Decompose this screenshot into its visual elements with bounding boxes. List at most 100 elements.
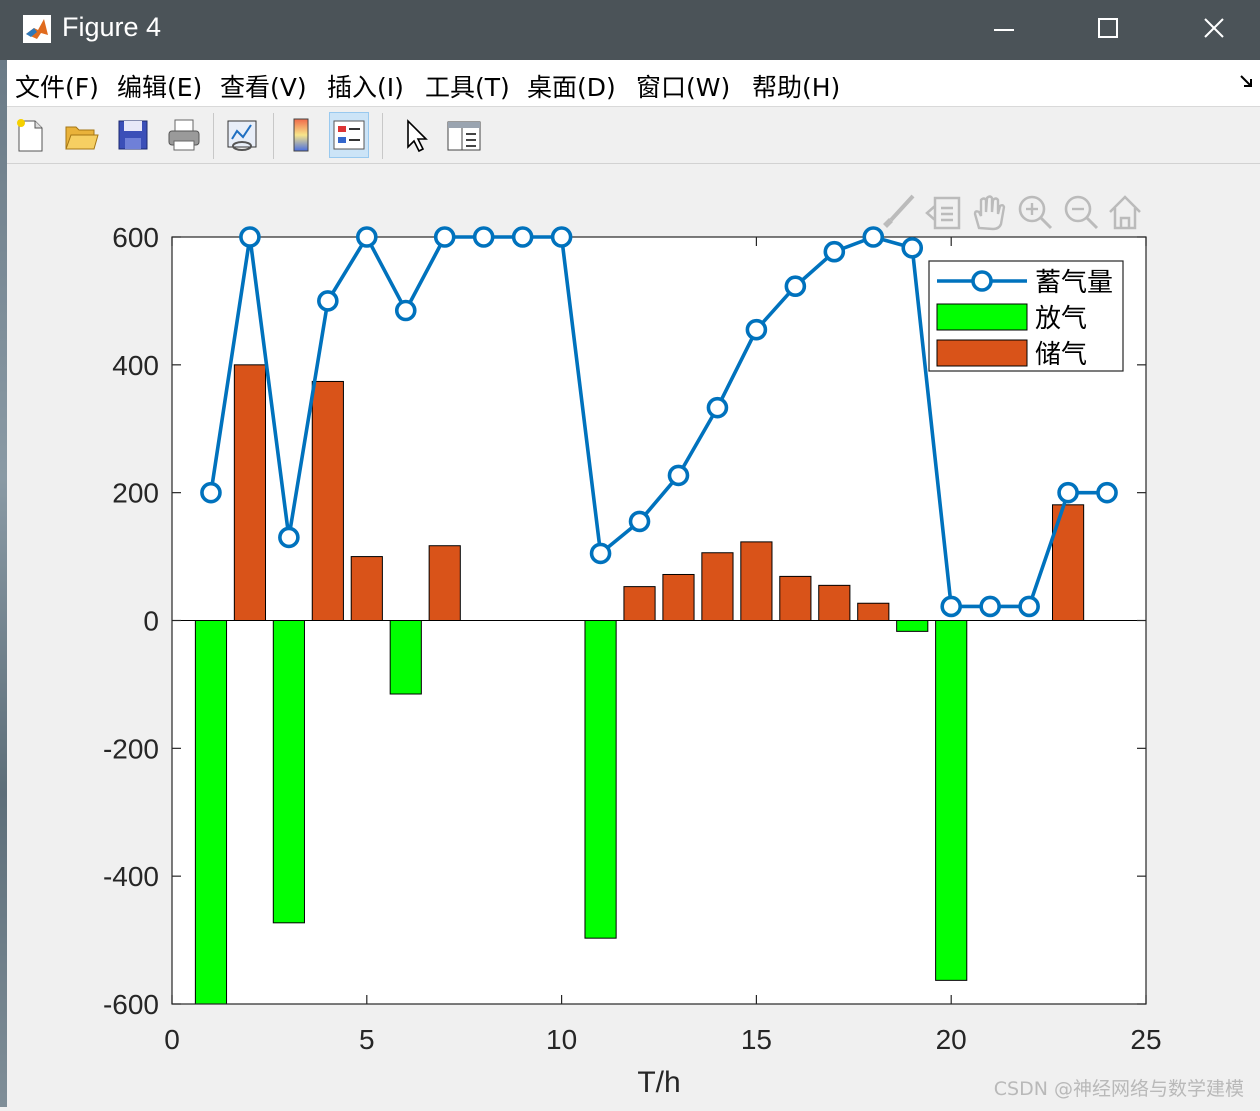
line-marker	[355, 226, 378, 248]
line-marker	[823, 240, 846, 263]
legend-icon	[333, 120, 365, 150]
line-marker	[433, 226, 456, 248]
window-title: Figure 4	[62, 12, 162, 42]
line-marker	[200, 481, 222, 504]
y-tick-label: -200	[103, 733, 159, 764]
menu-view[interactable]: 查看(V)	[220, 68, 307, 104]
zoom-out-icon[interactable]	[1064, 195, 1099, 230]
figure-toolbar	[7, 107, 1260, 164]
axes-toolbar	[883, 194, 1141, 231]
x-tick-label: 10	[546, 1024, 577, 1055]
home-icon[interactable]	[1109, 195, 1141, 230]
y-tick-label: 400	[112, 350, 159, 381]
line-marker	[589, 542, 612, 565]
new-figure-icon[interactable]	[11, 113, 49, 157]
line-marker	[394, 299, 417, 322]
x-tick-label: 25	[1130, 1024, 1161, 1055]
colorbar-icon[interactable]	[283, 113, 321, 157]
line-marker	[472, 226, 495, 248]
maximize-button[interactable]	[1073, 0, 1143, 60]
y-tick-label: -400	[103, 861, 159, 892]
open-file-icon[interactable]	[62, 113, 100, 157]
dock-arrow-icon[interactable]	[1238, 70, 1256, 92]
link-plot-icon[interactable]	[223, 113, 261, 157]
bar	[701, 552, 734, 621]
bar	[272, 620, 305, 924]
menu-tools[interactable]: 工具(T)	[425, 68, 510, 104]
x-tick-label: 0	[164, 1024, 180, 1055]
maximize-icon	[1098, 18, 1118, 38]
line-marker	[550, 226, 573, 248]
menu-edit[interactable]: 编辑(E)	[117, 68, 202, 104]
menu-desktop[interactable]: 桌面(D)	[527, 68, 616, 104]
bar	[584, 620, 617, 939]
edit-plot-icon[interactable]	[396, 113, 434, 157]
y-tick-label: 200	[112, 478, 159, 509]
bar	[935, 620, 968, 981]
figure-canvas: 0 5 10 15 20 25 -600 -400 -200 0 200 400 600 T/h 蓄气量 放气…	[7, 164, 1260, 1107]
minimize-icon	[994, 29, 1014, 31]
line-marker	[862, 226, 885, 248]
bar	[896, 620, 929, 632]
menu-file[interactable]: 文件(F)	[15, 68, 99, 104]
matlab-icon	[23, 15, 51, 43]
x-axis-label: T/h	[637, 1066, 680, 1099]
zoom-in-icon[interactable]	[1018, 195, 1053, 230]
save-icon[interactable]	[114, 113, 152, 157]
close-button[interactable]	[1179, 0, 1249, 60]
bar	[311, 380, 344, 621]
x-tick-label: 15	[741, 1024, 772, 1055]
bar	[662, 573, 695, 622]
bar	[428, 545, 461, 621]
title-bar: Figure 4	[0, 0, 1260, 60]
data-tips-icon[interactable]	[925, 196, 961, 230]
line-marker	[901, 237, 924, 259]
legend-marker-swatch	[971, 270, 993, 292]
pan-icon[interactable]	[973, 195, 1006, 231]
toolbar-separator	[382, 113, 383, 159]
line-marker	[239, 226, 261, 248]
menu-insert[interactable]: 插入(I)	[327, 68, 404, 104]
line-marker	[784, 275, 807, 298]
bar	[389, 620, 422, 695]
y-tick-label: -600	[103, 989, 159, 1020]
watermark: CSDN @神经网络与数学建模	[993, 1078, 1244, 1100]
plot-area: 0 5 10 15 20 25 -600 -400 -200 0 200 400 600 T/h 蓄气量放气…	[103, 222, 1162, 1099]
line-marker	[317, 290, 339, 312]
legend-label: 储气	[1035, 339, 1087, 369]
legend-label: 蓄气量	[1035, 267, 1113, 297]
bar	[779, 575, 812, 621]
toolbar-separator	[213, 113, 214, 159]
close-icon	[1204, 18, 1224, 38]
bar	[740, 541, 773, 622]
line-marker	[1018, 595, 1040, 618]
brush-icon[interactable]	[883, 194, 915, 228]
bar	[857, 602, 890, 621]
line-marker	[278, 526, 300, 549]
line-marker	[511, 226, 534, 248]
line-marker	[628, 510, 651, 533]
property-inspector-icon[interactable]	[445, 113, 483, 157]
legend-bar-swatch	[936, 303, 1028, 331]
y-tick-label: 0	[143, 606, 159, 637]
y-tick-label: 600	[112, 222, 159, 253]
menu-window[interactable]: 窗口(W)	[636, 68, 730, 104]
bar	[818, 584, 851, 621]
print-icon[interactable]	[165, 113, 203, 157]
bar	[233, 364, 267, 621]
menu-help[interactable]: 帮助(H)	[752, 68, 840, 104]
x-tick-label: 20	[936, 1024, 967, 1055]
chart: 0 5 10 15 20 25 -600 -400 -200 0 200 400 600 T/h 蓄气量放气…	[103, 194, 1162, 1099]
menu-bar: 文件(F) 编辑(E) 查看(V) 插入(I) 工具(T) 桌面(D) 窗口(W…	[7, 60, 1260, 107]
bar	[350, 556, 383, 622]
line-marker	[1096, 481, 1118, 504]
legend-button[interactable]	[329, 112, 369, 158]
line-marker	[706, 396, 729, 419]
line-marker	[745, 318, 768, 341]
legend-bar-swatch	[936, 339, 1028, 367]
minimize-button[interactable]	[969, 0, 1039, 60]
line-marker	[1057, 481, 1079, 504]
bar	[623, 586, 656, 622]
desktop-edge	[0, 60, 7, 1107]
toolbar-separator	[273, 113, 274, 159]
